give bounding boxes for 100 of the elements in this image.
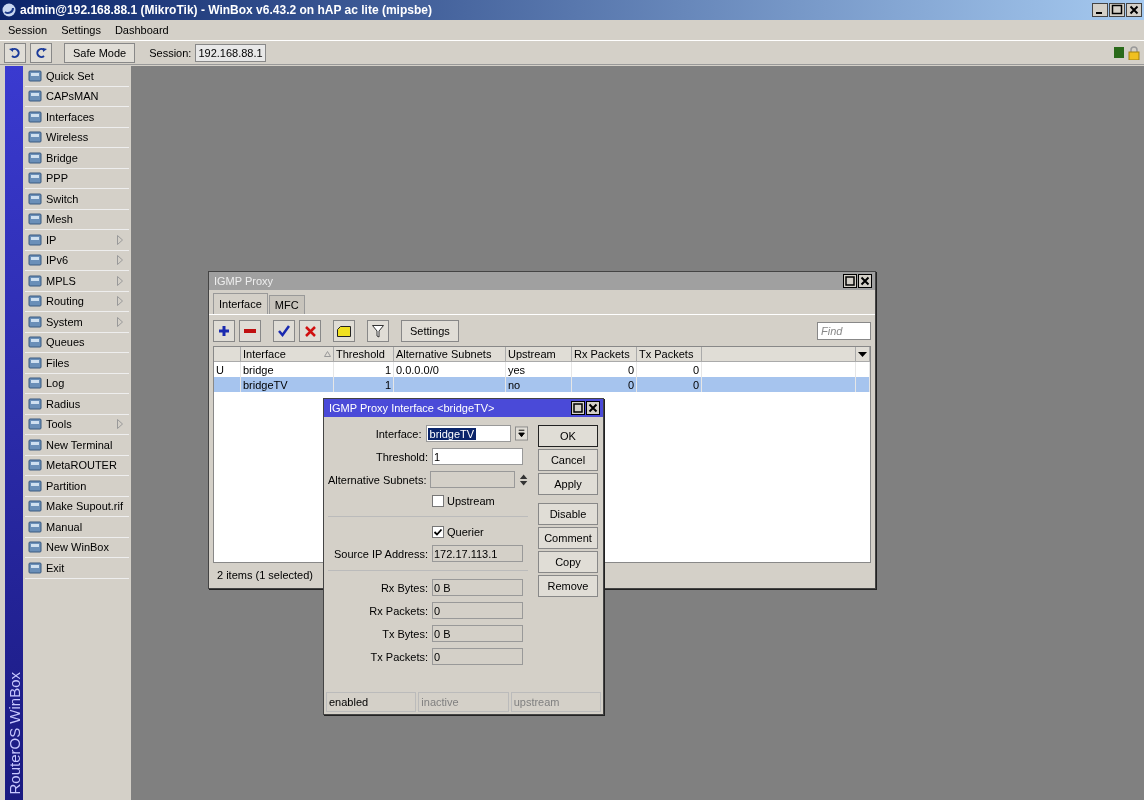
menu-item-icon — [28, 130, 42, 145]
menu-item[interactable]: Dashboard — [114, 24, 169, 36]
checkbox-label: Upstream — [447, 495, 495, 507]
filter-button[interactable] — [367, 320, 389, 342]
threshold-field[interactable]: 1 — [432, 448, 523, 465]
subnets-field[interactable] — [430, 471, 515, 488]
checkbox[interactable] — [432, 526, 444, 538]
dialog-button[interactable]: Remove — [538, 575, 598, 597]
readonly-field: 0 B — [432, 579, 523, 596]
column-menu-icon[interactable] — [858, 351, 867, 357]
close-icon[interactable] — [1126, 3, 1142, 17]
sidebar-item[interactable]: MetaROUTER — [25, 455, 129, 476]
undo-icon — [9, 46, 21, 59]
submenu-arrow-icon — [117, 234, 123, 245]
submenu-arrow-icon — [117, 275, 123, 286]
find-field[interactable]: Find — [817, 322, 871, 340]
menu-item-icon — [28, 376, 42, 391]
sidebar-item[interactable]: Routing — [25, 291, 129, 312]
redo-button[interactable] — [30, 42, 52, 63]
column-header[interactable]: Upstream — [506, 347, 572, 362]
sidebar-item[interactable]: Files — [25, 353, 129, 374]
readonly-field: 0 — [432, 602, 523, 619]
submenu-arrow-icon — [117, 419, 123, 430]
maximize-icon[interactable] — [1109, 3, 1125, 17]
sidebar-item[interactable]: IP — [25, 230, 129, 251]
menu-item[interactable]: Session — [8, 24, 48, 36]
sidebar-item[interactable]: Partition — [25, 476, 129, 497]
lock-icon — [1128, 45, 1140, 60]
menu-item-icon — [28, 150, 42, 165]
maximize-icon[interactable] — [843, 274, 857, 288]
field-label: Rx Bytes: — [379, 581, 428, 594]
sidebar-item[interactable]: New WinBox — [25, 537, 129, 558]
dialog-button[interactable]: Cancel — [538, 449, 598, 471]
menu-item-icon — [28, 109, 42, 124]
interface-select[interactable]: bridgeTV — [425, 425, 511, 442]
menu-item-icon — [28, 417, 42, 432]
menu-item-icon — [28, 519, 42, 534]
enable-button[interactable] — [273, 320, 295, 342]
column-header[interactable]: Tx Packets — [637, 347, 702, 362]
plus-icon — [218, 325, 230, 337]
dialog-button[interactable]: Disable — [538, 503, 598, 525]
safe-mode-button[interactable]: Safe Mode — [64, 42, 136, 63]
sidebar-item[interactable]: New Terminal — [25, 435, 129, 456]
tab[interactable]: Interface — [213, 293, 268, 314]
submenu-arrow-icon — [117, 255, 123, 266]
spin-arrows-icon[interactable] — [518, 472, 528, 487]
column-header[interactable]: Alternative Subnets — [394, 347, 506, 362]
table-row[interactable]: bridgeTV 1 no 0 0 — [214, 377, 870, 392]
session-field: 192.168.88.1 — [195, 43, 266, 62]
brand-text: RouterOS WinBox — [5, 672, 23, 795]
menu-item-icon — [28, 458, 42, 473]
column-header[interactable]: Rx Packets — [572, 347, 637, 362]
dialog-button[interactable]: Apply — [538, 473, 598, 495]
settings-button[interactable]: Settings — [401, 320, 459, 342]
menu-item-icon — [28, 212, 42, 227]
add-button[interactable] — [213, 320, 235, 342]
sidebar-item[interactable]: Quick Set — [25, 66, 129, 87]
sidebar-item[interactable]: Queues — [25, 332, 129, 353]
close-icon[interactable] — [858, 274, 872, 288]
sidebar-item[interactable]: Radius — [25, 394, 129, 415]
sidebar-item[interactable]: Exit — [25, 558, 129, 579]
disable-button[interactable] — [299, 320, 321, 342]
sort-arrow-icon — [324, 351, 331, 357]
sidebar-item[interactable]: Tools — [25, 414, 129, 435]
remove-button[interactable] — [239, 320, 261, 342]
sidebar-item[interactable]: CAPsMAN — [25, 86, 129, 107]
sidebar-item[interactable]: MPLS — [25, 271, 129, 292]
sidebar-item[interactable]: Make Supout.rif — [25, 496, 129, 517]
dialog-button[interactable]: Copy — [538, 551, 598, 573]
dialog-button[interactable]: Comment — [538, 527, 598, 549]
close-icon[interactable] — [586, 401, 600, 415]
menu-item-icon — [28, 273, 42, 288]
app-logo-icon — [2, 3, 16, 17]
tab[interactable]: MFC — [268, 295, 305, 314]
sidebar-item[interactable]: Switch — [25, 189, 129, 210]
window-title: IGMP Proxy Interface <bridgeTV> — [329, 402, 496, 414]
maximize-icon[interactable] — [571, 401, 585, 415]
checkbox[interactable] — [432, 495, 444, 507]
sidebar-item[interactable]: Bridge — [25, 148, 129, 169]
menu-item-icon — [28, 499, 42, 514]
cross-icon — [304, 325, 316, 337]
dialog-button[interactable]: OK — [538, 425, 598, 447]
sidebar-item[interactable]: Mesh — [25, 209, 129, 230]
sidebar-item[interactable]: PPP — [25, 168, 129, 189]
menu-item[interactable]: Settings — [61, 24, 101, 36]
dropdown-icon[interactable] — [514, 426, 528, 441]
undo-button[interactable] — [4, 42, 26, 63]
status-field: upstream — [510, 692, 601, 712]
column-header[interactable]: Threshold — [334, 347, 394, 362]
note-icon — [337, 325, 351, 337]
check-icon — [278, 325, 290, 337]
sidebar-item[interactable]: Log — [25, 373, 129, 394]
sidebar-item[interactable]: Interfaces — [25, 107, 129, 128]
minimize-icon[interactable] — [1092, 3, 1108, 17]
sidebar-item[interactable]: IPv6 — [25, 250, 129, 271]
sidebar-item[interactable]: Wireless — [25, 127, 129, 148]
sidebar-item[interactable]: System — [25, 312, 129, 333]
comment-button[interactable] — [333, 320, 355, 342]
column-header[interactable]: Interface — [241, 347, 334, 362]
sidebar-item[interactable]: Manual — [25, 517, 129, 538]
